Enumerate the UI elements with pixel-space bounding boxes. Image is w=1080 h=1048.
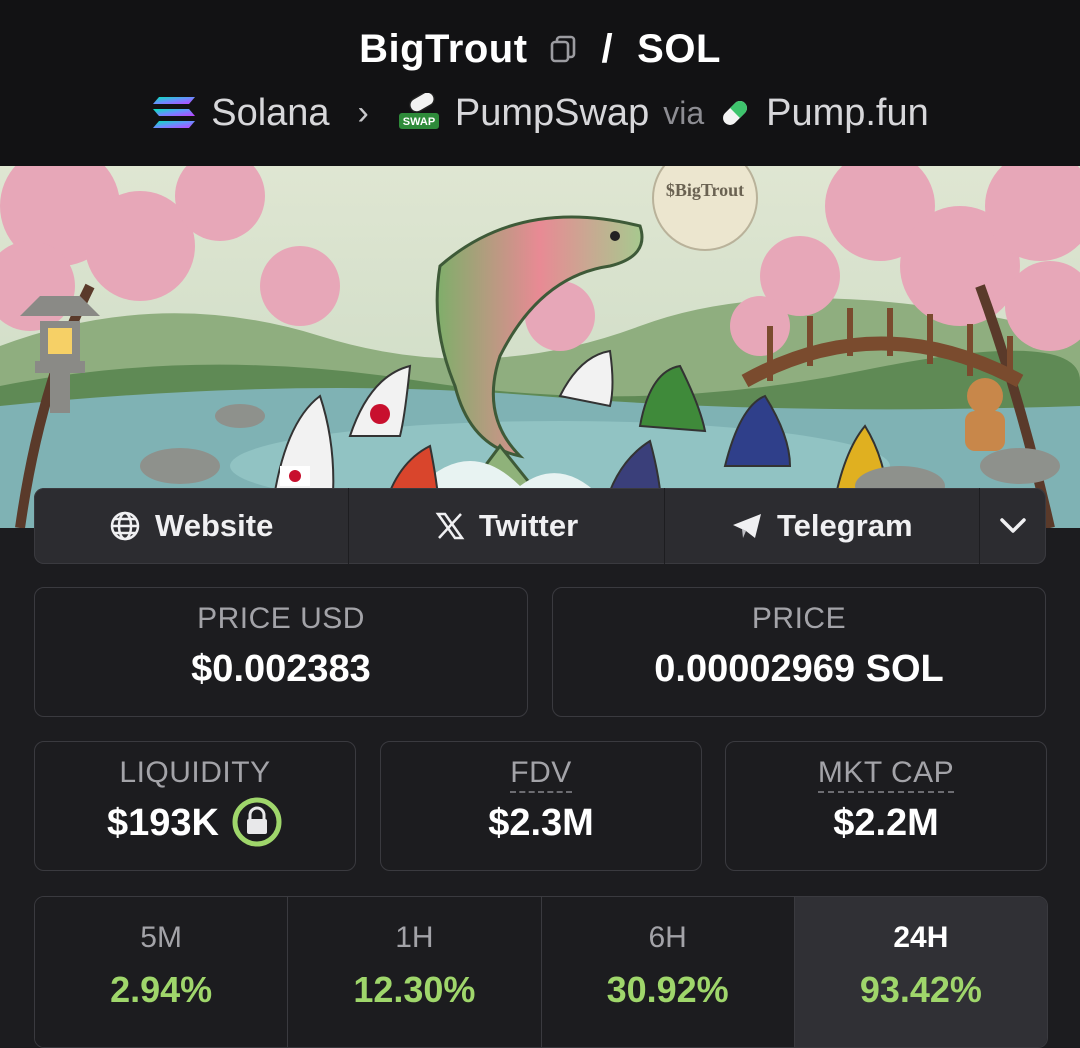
market-cap-card: MKT CAP $2.2M	[725, 741, 1047, 871]
change-tab-label: 5M	[140, 921, 182, 954]
telegram-label: Telegram	[777, 508, 913, 543]
change-tab-value: 12.30%	[353, 969, 476, 1010]
pair-title: BigTrout / SOL	[0, 24, 1080, 74]
website-button[interactable]: Website	[34, 488, 350, 564]
price-native-label: PRICE	[751, 602, 847, 635]
chevron-down-icon	[998, 516, 1028, 536]
telegram-button[interactable]: Telegram	[665, 488, 980, 564]
change-tab-label: 6H	[648, 921, 687, 954]
price-change-tabs: 5M 2.94% 1H 12.30% 6H 30.92% 24H 93.42%	[34, 896, 1048, 1048]
change-tab-value: 2.94%	[110, 969, 213, 1010]
social-links-bar: Website Twitter Telegram	[34, 488, 1046, 564]
price-native-card: PRICE 0.00002969 SOL	[552, 587, 1046, 717]
liquidity-card: LIQUIDITY $193K	[34, 741, 356, 871]
price-usd-card: PRICE USD $0.002383	[34, 587, 528, 717]
telegram-icon	[731, 511, 763, 541]
change-tab-label: 1H	[395, 921, 434, 954]
chain-breadcrumb: Solana › SWAP PumpSwap via Pump.fun	[0, 88, 1080, 138]
globe-icon	[109, 510, 141, 542]
market-cap-label[interactable]: MKT CAP	[817, 756, 955, 793]
pump-pill-icon	[718, 96, 752, 130]
fdv-value: $2.3M	[488, 802, 594, 844]
launchpad-name[interactable]: Pump.fun	[766, 92, 929, 135]
fdv-label[interactable]: FDV	[510, 756, 572, 793]
change-tab-value: 30.92%	[606, 969, 729, 1010]
chain-name[interactable]: Solana	[211, 92, 329, 135]
copy-icon[interactable]	[546, 34, 578, 64]
swap-badge-text: SWAP	[403, 116, 435, 128]
solana-icon	[151, 94, 197, 132]
pair-separator: /	[601, 26, 614, 71]
price-usd-value: $0.002383	[191, 648, 371, 690]
liquidity-value: $193K	[107, 802, 219, 845]
token-banner-image: $BigTrout	[0, 166, 1080, 528]
banner-watermark: $BigTrout	[666, 180, 744, 200]
change-tab-24h[interactable]: 24H 93.42%	[794, 897, 1047, 1047]
change-tab-6h[interactable]: 6H 30.92%	[541, 897, 795, 1047]
x-icon	[435, 511, 465, 541]
liquidity-label: LIQUIDITY	[119, 756, 271, 789]
pair-header: BigTrout / SOL Solana › SWAP PumpSwap vi…	[0, 0, 1080, 166]
market-cap-value: $2.2M	[833, 802, 939, 844]
token-name: BigTrout	[359, 26, 528, 71]
change-tab-value: 93.42%	[859, 969, 982, 1010]
change-tab-label: 24H	[893, 921, 949, 954]
change-tab-1h[interactable]: 1H 12.30%	[288, 897, 542, 1047]
quote-name: SOL	[637, 26, 721, 71]
more-links-button[interactable]	[980, 488, 1046, 564]
change-tab-5m[interactable]: 5M 2.94%	[35, 897, 289, 1047]
twitter-button[interactable]: Twitter	[349, 488, 665, 564]
liquidity-lock-icon[interactable]	[231, 796, 283, 848]
price-usd-label: PRICE USD	[197, 602, 365, 635]
fdv-card: FDV $2.3M	[380, 741, 702, 871]
dex-name[interactable]: PumpSwap	[455, 92, 649, 135]
pumpswap-icon: SWAP	[397, 93, 441, 133]
price-native-value: 0.00002969 SOL	[654, 648, 944, 690]
website-label: Website	[155, 508, 274, 543]
chevron-right-icon: ›	[357, 93, 369, 132]
twitter-label: Twitter	[478, 508, 579, 543]
via-label: via	[663, 94, 705, 131]
